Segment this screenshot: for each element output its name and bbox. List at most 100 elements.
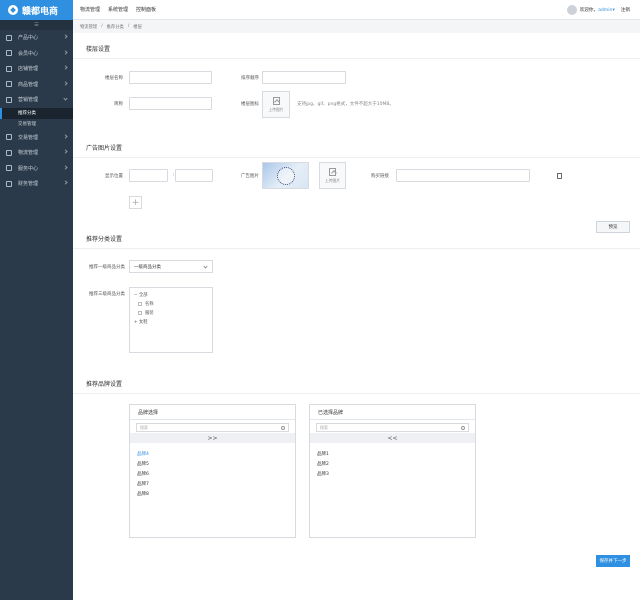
section-title-ad: 广告图片设置 — [73, 138, 640, 158]
topnav-logistics[interactable]: 物流管理 — [80, 6, 100, 13]
box-icon — [6, 81, 12, 88]
sidebar-item-trade-management[interactable]: 交易管理 — [0, 130, 73, 146]
tree-node-womens-shoes[interactable]: + 女鞋 — [134, 317, 212, 326]
ad-image-upload[interactable]: 上传图片 — [319, 162, 346, 189]
chevron-down-icon — [63, 96, 68, 101]
dropdown-caret-icon[interactable]: ▾ — [612, 8, 614, 13]
brand-source-list: 品牌4 品牌5 品牌6 品牌7 品牌8 — [130, 443, 295, 499]
short-name-label: 简称 — [114, 102, 123, 107]
tree-node-clothing[interactable]: 服装 — [134, 308, 212, 317]
chevron-right-icon — [63, 65, 68, 70]
menu-icon: ☰ — [34, 22, 39, 28]
checkbox[interactable] — [138, 301, 142, 306]
add-ad-button[interactable]: + — [129, 196, 142, 209]
tree-node-label: − 全部 — [134, 292, 148, 298]
app-logo[interactable]: 赣都电商 — [0, 0, 73, 20]
tree-node-all[interactable]: − 全部 — [134, 290, 212, 299]
sidebar-item-product-center[interactable]: 产品中心 — [0, 30, 73, 46]
flame-icon — [6, 96, 12, 103]
level1-category-value: 一级商品分类 — [134, 264, 161, 270]
brand-selected-search[interactable]: 搜索 — [316, 423, 469, 432]
breadcrumb-item[interactable]: 物流管理 — [80, 24, 97, 30]
move-right-button[interactable]: >> — [130, 433, 295, 443]
tree-node-name[interactable]: 名称 — [134, 299, 212, 308]
ad-image-graphic — [277, 167, 295, 185]
grid-icon — [6, 34, 12, 41]
sidebar-item-label: 店铺管理 — [18, 66, 39, 73]
chevron-right-icon — [63, 164, 68, 170]
list-item[interactable]: 品牌1 — [317, 449, 475, 459]
brand-selected-title: 已选择品牌 — [310, 405, 475, 420]
list-item[interactable]: 品牌3 — [317, 469, 475, 479]
chevron-right-icon — [63, 34, 68, 39]
breadcrumb-item[interactable]: 推荐分类 — [107, 24, 124, 30]
list-item[interactable]: 品牌7 — [137, 479, 295, 489]
sidebar-collapse-toggle[interactable]: ☰ — [0, 20, 73, 30]
section-title-category: 推荐分类设置 — [73, 229, 640, 249]
sidebar-item-service-center[interactable]: 服务中心 — [0, 161, 73, 177]
logo-icon — [8, 5, 18, 15]
star-icon — [6, 50, 12, 57]
brand-source-panel: 品牌选择 搜索 >> 品牌4 品牌5 品牌6 品牌7 品牌8 — [129, 404, 296, 538]
save-next-button[interactable]: 保存并下一步 — [596, 555, 630, 567]
sidebar-subitem-label: 推荐分类 — [18, 111, 36, 116]
sidebar-item-marketing[interactable]: 营销管理 — [0, 92, 73, 108]
avatar[interactable] — [566, 5, 577, 15]
list-item[interactable]: 品牌5 — [137, 459, 295, 469]
list-item[interactable]: 品牌2 — [317, 459, 475, 469]
position-y-input[interactable] — [175, 169, 213, 182]
upload-label: 上传图片 — [268, 106, 284, 112]
sort-order-input[interactable] — [262, 71, 346, 84]
user-name[interactable]: admin — [598, 8, 612, 13]
brand-source-title: 品牌选择 — [130, 405, 295, 420]
upload-icon — [329, 167, 336, 176]
sidebar-item-label: 服务中心 — [18, 165, 39, 172]
upload-label: 上传图片 — [324, 177, 341, 183]
floor-icon-upload[interactable]: 上传图片 — [262, 91, 290, 118]
brand-selected-panel: 已选择品牌 搜索 << 品牌1 品牌2 品牌3 — [309, 404, 476, 538]
list-item[interactable]: 品牌6 — [137, 469, 295, 479]
chevron-right-icon — [63, 149, 68, 154]
sidebar-item-label: 财务管理 — [18, 181, 39, 188]
move-left-button[interactable]: << — [310, 433, 475, 443]
sidebar-subitem-trade[interactable]: 交易管理 — [0, 118, 73, 130]
sidebar-item-label: 商品管理 — [18, 81, 39, 88]
breadcrumb-current: 楼层 — [133, 24, 142, 30]
tree-node-label: + 女鞋 — [134, 319, 148, 325]
sidebar-item-member-center[interactable]: 会员中心 — [0, 46, 73, 62]
topnav-dashboard[interactable]: 控制面板 — [136, 6, 156, 13]
list-item[interactable]: 品牌8 — [137, 489, 295, 499]
topnav-system[interactable]: 系统管理 — [108, 6, 128, 13]
user-menu: 欢迎你， admin ▾ 注销 — [566, 5, 630, 15]
brand-source-search[interactable]: 搜索 — [136, 423, 289, 432]
short-name-input[interactable] — [129, 97, 212, 110]
buy-link-input[interactable] — [396, 169, 530, 182]
sidebar-item-label: 交易管理 — [18, 134, 39, 141]
sidebar-subitem-label: 交易管理 — [18, 122, 36, 127]
section-title-brand: 推荐品牌设置 — [73, 374, 640, 394]
position-colon: : — [172, 173, 174, 178]
sidebar-item-finance[interactable]: 财务管理 — [0, 176, 73, 192]
sidebar-item-goods-management[interactable]: 商品管理 — [0, 77, 73, 93]
upload-icon — [272, 96, 280, 105]
chevron-right-icon — [63, 80, 68, 86]
sidebar-item-store-management[interactable]: 店铺管理 — [0, 61, 73, 77]
search-icon — [281, 426, 285, 430]
list-item[interactable]: 品牌4 — [137, 449, 295, 459]
ad-image-preview — [262, 162, 309, 189]
sidebar-item-logistics[interactable]: 物流管理 — [0, 145, 73, 161]
logout-link[interactable]: 注销 — [621, 7, 630, 13]
trash-icon[interactable] — [557, 173, 562, 179]
sidebar-subitem-recommend-category[interactable]: 推荐分类 — [0, 107, 73, 119]
ad-image-label: 广告图片 — [241, 174, 259, 179]
level1-category-select[interactable]: 一级商品分类 — [129, 260, 213, 273]
sidebar: 赣都电商 ☰ 产品中心 会员中心 店铺管理 商品管理 营销管理 推荐分类 交易管… — [0, 0, 73, 600]
sort-order-label: 排序顺序 — [241, 76, 259, 81]
breadcrumb: 物流管理 / 推荐分类 / 楼层 — [73, 20, 640, 33]
floor-name-input[interactable] — [129, 71, 212, 84]
breadcrumb-separator: / — [127, 24, 130, 29]
checkbox[interactable] — [138, 310, 142, 315]
plus-icon: + — [131, 197, 140, 208]
cube-icon — [6, 165, 12, 172]
position-x-input[interactable] — [129, 169, 168, 182]
